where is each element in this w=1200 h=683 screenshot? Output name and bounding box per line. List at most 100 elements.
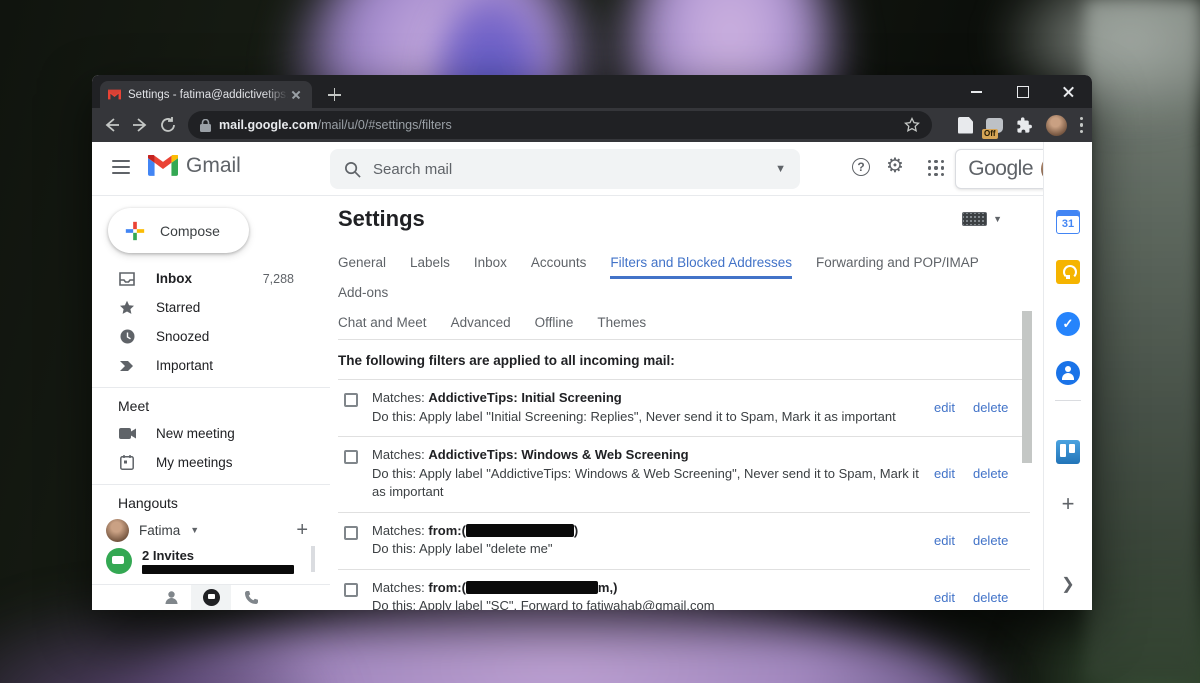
help-icon[interactable]: ? bbox=[852, 158, 870, 176]
back-icon[interactable] bbox=[102, 115, 122, 135]
gmail-wordmark: Gmail bbox=[186, 154, 241, 178]
filter-action: Apply label "AddictiveTips: Windows & We… bbox=[372, 466, 919, 500]
delete-link[interactable]: delete bbox=[973, 466, 1008, 481]
contacts-tab-button[interactable] bbox=[151, 585, 191, 610]
sidebar-divider bbox=[92, 387, 330, 388]
tabs-row-2: Chat and Meet Advanced Offline Themes bbox=[338, 309, 1030, 339]
sidebar-item-snoozed[interactable]: Snoozed bbox=[92, 322, 330, 351]
collapse-panel-icon[interactable]: ❯ bbox=[1061, 574, 1074, 594]
keyboard-icon bbox=[962, 212, 987, 226]
settings-gear-icon[interactable]: ⚙ bbox=[886, 156, 908, 178]
video-camera-icon bbox=[118, 425, 136, 443]
google-wordmark: Google bbox=[968, 157, 1033, 181]
new-conversation-button[interactable]: + bbox=[296, 519, 308, 542]
filter-action: Apply label "Initial Screening: Replies"… bbox=[419, 409, 896, 424]
trello-addon-icon[interactable] bbox=[1056, 440, 1080, 464]
tasks-app-icon[interactable]: ✓ bbox=[1056, 312, 1080, 336]
hangouts-tab-button[interactable] bbox=[191, 585, 231, 610]
hamburger-menu-icon[interactable] bbox=[112, 160, 130, 174]
tab-labels[interactable]: Labels bbox=[410, 249, 450, 279]
tab-offline[interactable]: Offline bbox=[535, 309, 574, 339]
filter-checkbox[interactable] bbox=[344, 450, 358, 464]
address-bar[interactable]: mail.google.com/mail/u/0/#settings/filte… bbox=[188, 111, 932, 139]
gmail-logo[interactable]: Gmail bbox=[148, 154, 241, 178]
filter-criteria: from:( bbox=[428, 523, 466, 538]
hangouts-avatar bbox=[106, 519, 129, 542]
close-button[interactable] bbox=[1046, 75, 1092, 108]
tab-forwarding-pop-imap[interactable]: Forwarding and POP/IMAP bbox=[816, 249, 979, 279]
edit-link[interactable]: edit bbox=[934, 590, 955, 605]
edit-link[interactable]: edit bbox=[934, 533, 955, 548]
delete-link[interactable]: delete bbox=[973, 533, 1008, 548]
tab-title: Settings - fatima@addictivetips.c bbox=[128, 89, 288, 101]
compose-button[interactable]: Compose bbox=[108, 208, 249, 253]
calendar-icon bbox=[118, 454, 136, 472]
delete-link[interactable]: delete bbox=[973, 400, 1008, 415]
tab-add-ons[interactable]: Add-ons bbox=[338, 279, 388, 309]
extensions-puzzle-icon[interactable] bbox=[1016, 117, 1033, 134]
tab-accounts[interactable]: Accounts bbox=[531, 249, 587, 279]
tab-general[interactable]: General bbox=[338, 249, 386, 279]
search-options-caret-icon[interactable]: ▼ bbox=[775, 163, 786, 175]
chevron-down-icon[interactable]: ▼ bbox=[190, 525, 199, 535]
hangouts-bottom-bar bbox=[92, 584, 330, 610]
scrollbar-thumb[interactable] bbox=[1022, 311, 1032, 463]
hangouts-invites-row[interactable]: 2 Invites bbox=[92, 544, 330, 584]
forward-icon[interactable] bbox=[130, 115, 150, 135]
notes-extension-icon[interactable] bbox=[958, 117, 973, 134]
matches-label: Matches: bbox=[372, 390, 425, 405]
hangouts-user-row[interactable]: Fatima ▼ + bbox=[92, 516, 330, 544]
new-tab-button[interactable] bbox=[324, 84, 346, 106]
bookmark-star-icon[interactable] bbox=[904, 117, 920, 133]
maximize-button[interactable] bbox=[1000, 75, 1046, 108]
keep-app-icon[interactable] bbox=[1056, 260, 1080, 284]
apps-grid-icon[interactable] bbox=[928, 160, 944, 176]
search-box[interactable]: ▼ bbox=[330, 149, 800, 189]
browser-tab[interactable]: Settings - fatima@addictivetips.c bbox=[100, 81, 312, 108]
tab-filters-and-blocked-addresses[interactable]: Filters and Blocked Addresses bbox=[610, 249, 792, 279]
get-addons-icon[interactable]: + bbox=[1062, 491, 1075, 517]
sidebar-item-starred[interactable]: Starred bbox=[92, 293, 330, 322]
content-scrollbar[interactable] bbox=[1022, 309, 1032, 609]
filter-action: Apply label "SC", Forward to fatiwahab@g… bbox=[419, 598, 715, 610]
sidebar-item-important[interactable]: Important bbox=[92, 351, 330, 380]
browser-profile-avatar[interactable] bbox=[1046, 115, 1067, 136]
filter-checkbox[interactable] bbox=[344, 583, 358, 597]
sidebar-item-my-meetings[interactable]: My meetings bbox=[92, 448, 330, 477]
wallpaper-petal bbox=[0, 600, 340, 683]
search-icon[interactable] bbox=[344, 161, 361, 178]
calls-tab-button[interactable] bbox=[231, 585, 271, 610]
filter-checkbox[interactable] bbox=[344, 526, 358, 540]
search-input[interactable] bbox=[373, 161, 775, 178]
invites-title: 2 Invites bbox=[142, 548, 294, 563]
browser-menu-icon[interactable] bbox=[1080, 117, 1084, 133]
filter-criteria: AddictiveTips: Initial Screening bbox=[428, 390, 621, 405]
delete-link[interactable]: delete bbox=[973, 590, 1008, 605]
hangouts-icon bbox=[203, 589, 220, 606]
sidebar-scrollbar[interactable] bbox=[311, 546, 315, 572]
gmail-sidebar: Compose Inbox 7,288 Starred bbox=[92, 196, 330, 610]
inbox-count: 7,288 bbox=[263, 272, 294, 286]
do-this-label: Do this: bbox=[372, 541, 416, 556]
tab-close-icon[interactable] bbox=[288, 87, 304, 103]
edit-link[interactable]: edit bbox=[934, 466, 955, 481]
contacts-app-icon[interactable] bbox=[1056, 361, 1080, 385]
sidebar-item-inbox[interactable]: Inbox 7,288 bbox=[92, 264, 330, 293]
edit-link[interactable]: edit bbox=[934, 400, 955, 415]
tab-chat-and-meet[interactable]: Chat and Meet bbox=[338, 309, 427, 339]
filter-checkbox[interactable] bbox=[344, 393, 358, 407]
tab-advanced[interactable]: Advanced bbox=[451, 309, 511, 339]
tab-inbox[interactable]: Inbox bbox=[474, 249, 507, 279]
calendar-app-icon[interactable]: 31 bbox=[1056, 210, 1080, 234]
sidebar-item-new-meeting[interactable]: New meeting bbox=[92, 419, 330, 448]
reload-icon[interactable] bbox=[158, 115, 178, 135]
redacted-text bbox=[142, 565, 294, 574]
off-badge: Off bbox=[982, 129, 998, 139]
browser-titlebar: Settings - fatima@addictivetips.c bbox=[92, 75, 1092, 108]
minimize-button[interactable] bbox=[954, 75, 1000, 108]
gmail-m-icon bbox=[148, 155, 178, 178]
input-tools-toggle[interactable]: ▼ bbox=[962, 212, 1002, 226]
url-host: mail.google.com bbox=[219, 118, 318, 132]
extension-off-icon[interactable]: Off bbox=[986, 118, 1003, 133]
tab-themes[interactable]: Themes bbox=[597, 309, 646, 339]
